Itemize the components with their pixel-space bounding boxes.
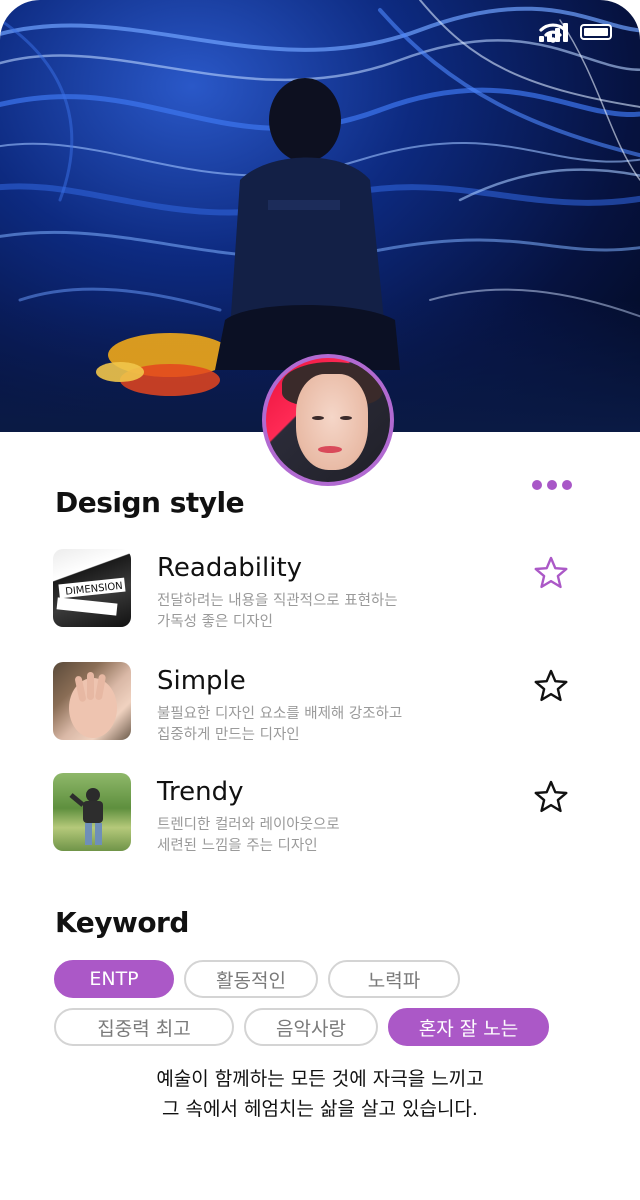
item-title: Trendy — [157, 777, 244, 807]
profile-screen: Design style DIMENSION Readability 전달하려는… — [0, 0, 640, 1200]
list-item-simple[interactable]: Simple 불필요한 디자인 요소를 배제해 강조하고 집중하게 만드는 디자… — [53, 662, 583, 743]
keyword-chip-alone[interactable]: 혼자 잘 노는 — [388, 1008, 549, 1046]
keyword-title: Keyword — [55, 906, 189, 939]
star-icon[interactable] — [533, 668, 569, 704]
keyword-chip-active[interactable]: 활동적인 — [184, 960, 318, 998]
design-style-title: Design style — [55, 486, 245, 519]
star-icon[interactable] — [533, 555, 569, 591]
battery-icon — [580, 24, 612, 40]
simple-thumbnail — [53, 662, 131, 740]
item-description: 전달하려는 내용을 직관적으로 표현하는 가독성 좋은 디자인 — [157, 593, 398, 630]
more-dots-icon[interactable] — [532, 480, 572, 490]
keyword-chip-focus[interactable]: 집중력 최고 — [54, 1008, 234, 1046]
list-item-trendy[interactable]: Trendy 트렌디한 컬러와 레이아웃으로 세련된 느낌을 주는 디자인 — [53, 773, 583, 854]
profile-avatar[interactable] — [262, 354, 394, 486]
profile-bio: 예술이 함께하는 모든 것에 자극을 느끼고 그 속에서 헤엄치는 삶을 살고 … — [156, 1068, 484, 1120]
keyword-chip-music[interactable]: 음악사랑 — [244, 1008, 378, 1046]
readability-thumbnail: DIMENSION — [53, 549, 131, 627]
item-title: Simple — [157, 666, 246, 696]
keyword-chip-entp[interactable]: ENTP — [54, 960, 174, 998]
star-icon[interactable] — [533, 779, 569, 815]
item-description: 트렌디한 컬러와 레이아웃으로 세련된 느낌을 주는 디자인 — [157, 817, 340, 854]
keyword-chip-hardworker[interactable]: 노력파 — [328, 960, 460, 998]
item-title: Readability — [157, 553, 303, 583]
trendy-thumbnail — [53, 773, 131, 851]
wifi-icon — [539, 23, 567, 43]
list-item-readability[interactable]: DIMENSION Readability 전달하려는 내용을 직관적으로 표현… — [53, 549, 583, 630]
profile-photo — [266, 358, 390, 482]
item-description: 불필요한 디자인 요소를 배제해 강조하고 집중하게 만드는 디자인 — [157, 706, 403, 743]
status-bar — [539, 22, 612, 43]
